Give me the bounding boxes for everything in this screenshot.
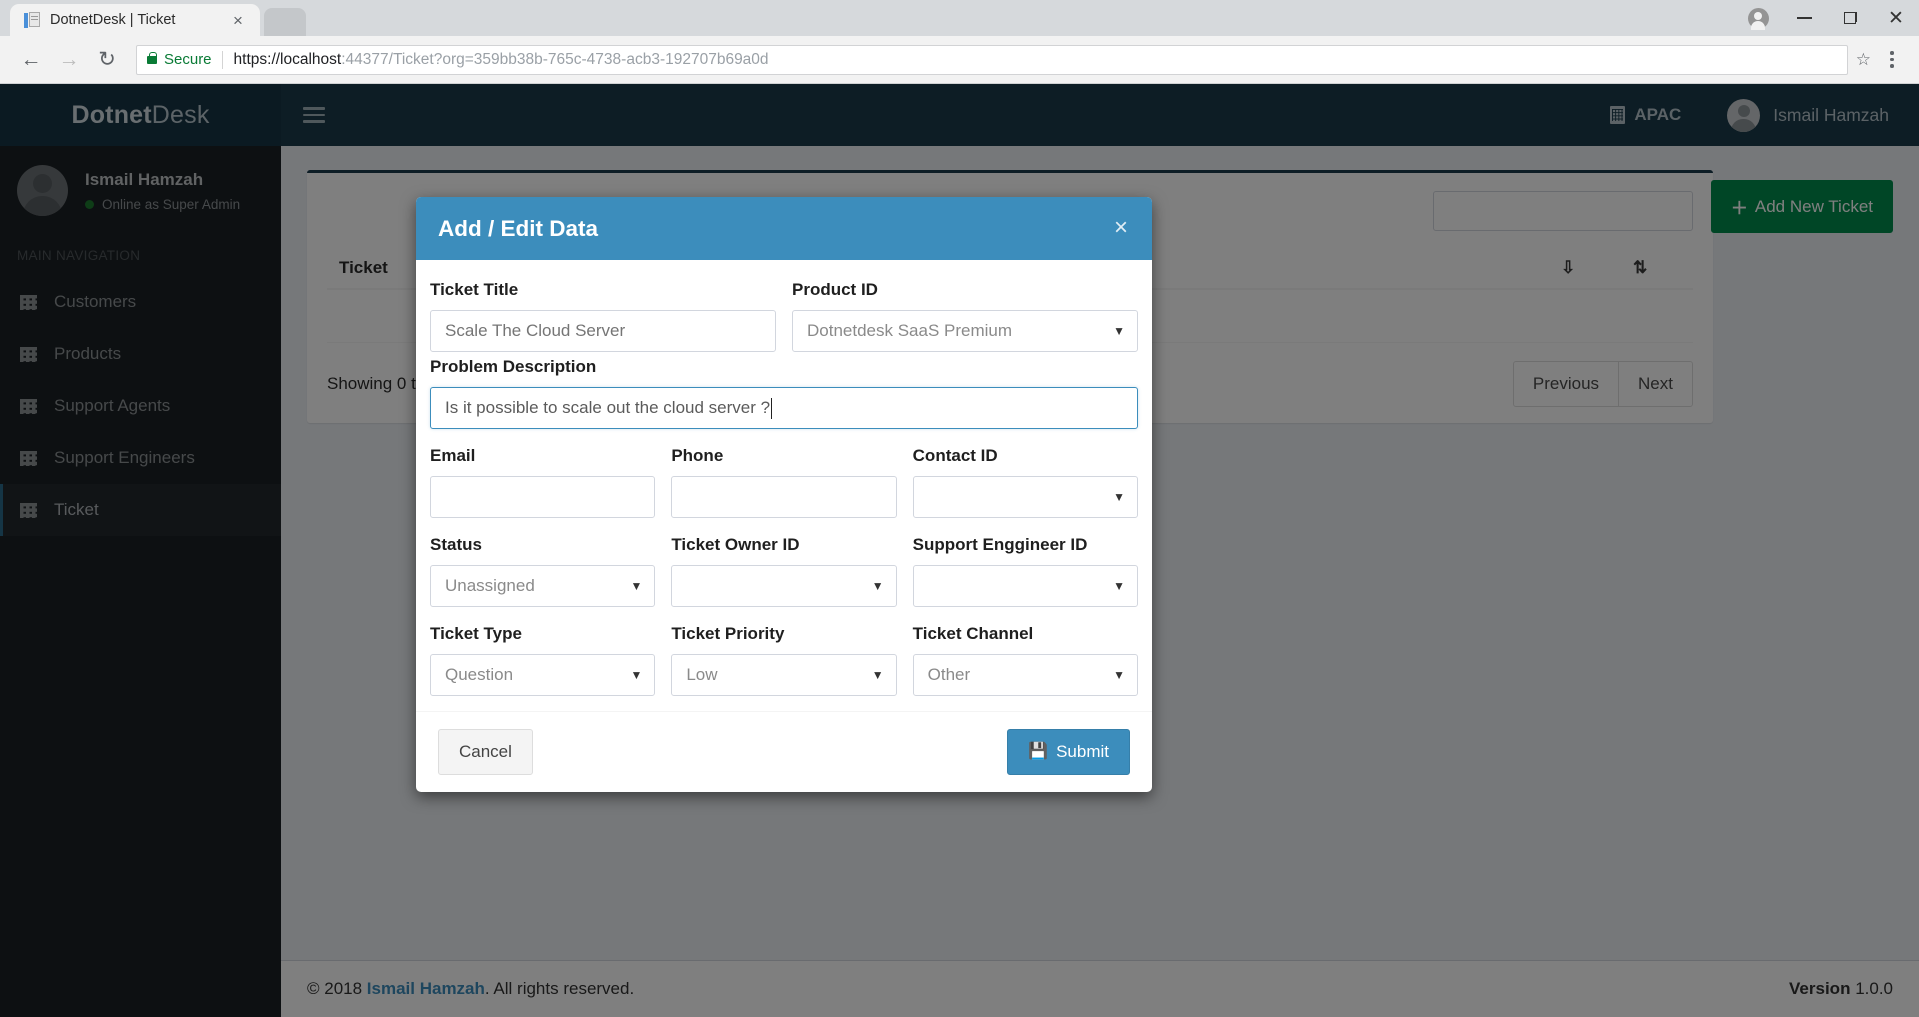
field-group-problem-description: Problem Description Is it possible to sc… [422,357,1146,434]
label-ticket-channel: Ticket Channel [912,624,1034,643]
label-phone: Phone [671,446,724,465]
form-row-3: Email Phone Contact ID ▼ [422,446,1146,523]
ticket-owner-id-value [671,565,897,607]
field-group-phone: Phone [663,446,904,523]
close-icon[interactable]: × [1112,216,1130,240]
field-group-ticket-channel: Ticket Channel Other ▼ [905,624,1146,701]
label-problem-description: Problem Description [430,357,597,376]
forward-icon[interactable]: → [50,41,88,79]
label-product-id: Product ID [792,280,878,299]
status-value: Unassigned [430,565,656,607]
contact-id-select[interactable]: ▼ [912,476,1138,518]
bookmark-star-icon[interactable]: ☆ [1856,50,1871,70]
problem-description-textarea[interactable]: Is it possible to scale out the cloud se… [430,387,1138,429]
field-group-ticket-owner-id: Ticket Owner ID ▼ [663,535,904,612]
cancel-button[interactable]: Cancel [438,729,533,775]
support-engineer-id-select[interactable]: ▼ [912,565,1138,607]
label-ticket-owner-id: Ticket Owner ID [671,535,800,554]
field-group-email: Email [422,446,663,523]
support-engineer-id-value [912,565,1138,607]
form-row-1: Ticket Title Product ID Dotnetdesk SaaS … [422,280,1146,357]
label-ticket-title: Ticket Title [430,280,519,299]
problem-description-value: Is it possible to scale out the cloud se… [445,398,771,417]
form-row-4: Status Unassigned ▼ Ticket Owner ID ▼ Su… [422,535,1146,612]
document-icon [24,11,41,29]
label-status: Status [430,535,482,554]
form-row-2: Problem Description Is it possible to sc… [422,357,1146,434]
modal-footer: Cancel 💾 Submit [416,711,1152,792]
submit-label: Submit [1056,742,1109,761]
url-host: https://localhost [233,50,342,68]
field-group-ticket-title: Ticket Title [422,280,784,357]
new-tab-button[interactable] [264,8,306,36]
save-icon: 💾 [1028,743,1049,760]
phone-input[interactable] [671,476,897,518]
ticket-channel-select[interactable]: Other ▼ [912,654,1138,696]
reload-icon[interactable]: ↻ [88,41,126,79]
product-id-select[interactable]: Dotnetdesk SaaS Premium ▼ [792,310,1138,352]
tab-strip: DotnetDesk | Ticket × [0,0,306,36]
label-ticket-priority: Ticket Priority [671,624,785,643]
label-ticket-type: Ticket Type [430,624,522,643]
browser-toolbar: ← → ↻ Secure https://localhost:44377/Tic… [0,36,1919,84]
address-bar[interactable]: Secure https://localhost:44377/Ticket?or… [136,44,1848,75]
email-input[interactable] [430,476,656,518]
modal-header: Add / Edit Data × [416,197,1152,260]
modal-body: Ticket Title Product ID Dotnetdesk SaaS … [416,260,1152,711]
tab-title: DotnetDesk | Ticket [50,12,176,28]
app-viewport: DotnetDesk APAC Ismail Hamzah [0,84,1919,1017]
ticket-title-input[interactable] [430,310,776,352]
label-support-engineer-id: Support Enggineer ID [912,535,1088,554]
kebab-menu-icon[interactable] [1877,51,1907,68]
profile-icon[interactable] [1735,0,1781,36]
text-caret [771,397,773,419]
omnibox-divider [221,50,223,69]
label-contact-id: Contact ID [912,446,998,465]
product-id-value: Dotnetdesk SaaS Premium [792,310,1138,352]
label-email: Email [430,446,476,465]
ticket-channel-value: Other [912,654,1138,696]
submit-button[interactable]: 💾 Submit [1007,729,1130,775]
browser-chrome: DotnetDesk | Ticket × ✕ ← → ↻ Secure htt… [0,0,1919,84]
add-edit-modal: Add / Edit Data × Ticket Title Product I… [416,197,1152,792]
ticket-type-select[interactable]: Question ▼ [430,654,656,696]
url-path: :44377/Ticket?org=359bb38b-765c-4738-acb… [341,50,769,68]
ticket-type-value: Question [430,654,656,696]
window-controls: ✕ [1735,0,1919,36]
ticket-owner-id-select[interactable]: ▼ [671,565,897,607]
browser-titlebar: DotnetDesk | Ticket × ✕ [0,0,1919,36]
field-group-product-id: Product ID Dotnetdesk SaaS Premium ▼ [784,280,1146,357]
secure-label: Secure [164,51,212,68]
ticket-priority-select[interactable]: Low ▼ [671,654,897,696]
modal-title: Add / Edit Data [438,216,599,241]
field-group-ticket-priority: Ticket Priority Low ▼ [663,624,904,701]
ticket-priority-value: Low [671,654,897,696]
back-icon[interactable]: ← [12,41,50,79]
field-group-contact-id: Contact ID ▼ [905,446,1146,523]
close-tab-icon[interactable]: × [228,10,248,30]
lock-icon [147,51,157,64]
field-group-support-engineer-id: Support Enggineer ID ▼ [905,535,1146,612]
field-group-ticket-type: Ticket Type Question ▼ [422,624,663,701]
minimize-icon[interactable] [1781,0,1827,36]
restore-icon[interactable] [1827,0,1873,36]
url-text: https://localhost:44377/Ticket?org=359bb… [234,51,769,69]
field-group-status: Status Unassigned ▼ [422,535,663,612]
close-window-icon[interactable]: ✕ [1873,0,1919,36]
form-row-5: Ticket Type Question ▼ Ticket Priority L… [422,624,1146,701]
browser-tab[interactable]: DotnetDesk | Ticket × [10,4,260,36]
contact-id-value [912,476,1138,518]
status-select[interactable]: Unassigned ▼ [430,565,656,607]
